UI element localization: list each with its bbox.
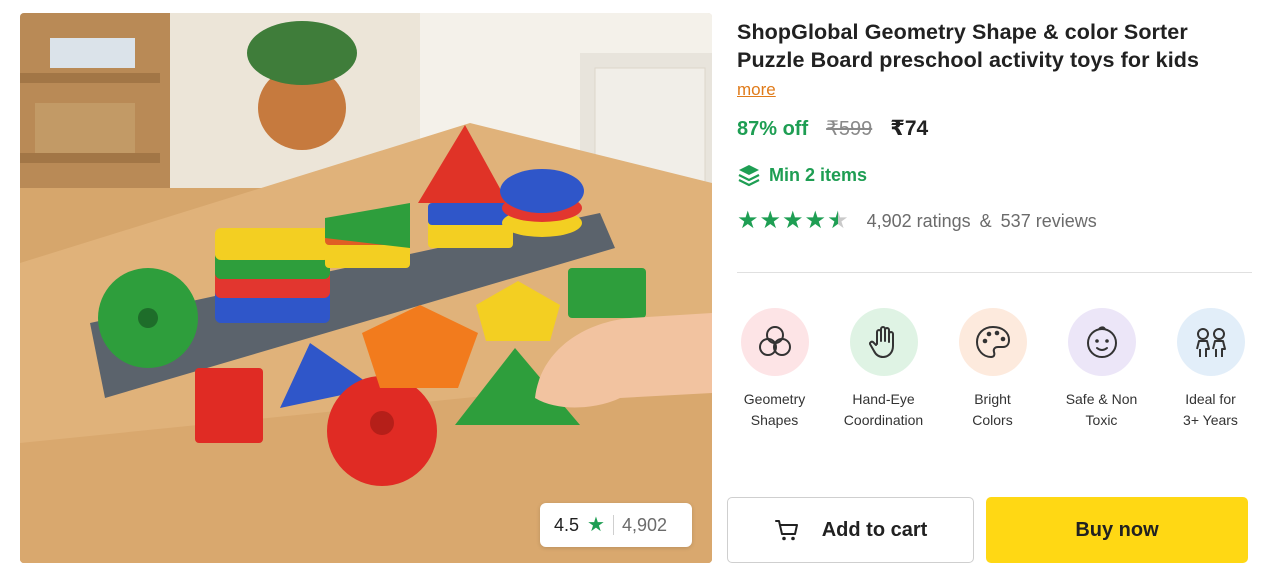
buy-now-button[interactable]: Buy now [986, 497, 1248, 563]
half-star-icon: ★ [827, 207, 849, 234]
image-rating-count: 4,902 [621, 514, 668, 535]
ratings-count: 4,902 ratings [866, 210, 971, 231]
ratings-separator: & [979, 210, 992, 231]
offer-text: Min 2 items [769, 164, 868, 185]
feature-safe-non-toxic: Safe & Non Toxic [1047, 308, 1156, 431]
badge-divider [612, 515, 614, 535]
star-icon: ★ [587, 514, 605, 536]
image-rating-badge: 4.5 ★ 4,902 [540, 503, 692, 547]
feature-label: Safe & Non Toxic [1065, 391, 1138, 428]
star-icon: ★ [782, 207, 804, 234]
reviews-count: 537 reviews [1000, 210, 1097, 231]
product-title: ShopGlobal Geometry Shape & color Sorter… [737, 20, 1200, 72]
feature-hand-eye: Hand-Eye Coordination [829, 308, 938, 431]
more-link[interactable]: more [737, 80, 776, 100]
rating-row[interactable]: ★ ★ ★ ★ ★ 4,902 ratings & 537 reviews [737, 209, 1257, 233]
feature-list: Geometry Shapes Hand-Eye Coordination Br… [720, 308, 1265, 431]
discount-label: 87% off [737, 118, 809, 140]
feature-geometry-shapes: Geometry Shapes [720, 308, 829, 431]
price-row: 87% off ₹599 ₹74 [737, 116, 1257, 141]
feature-label: Geometry Shapes [743, 391, 806, 428]
circles-icon [740, 308, 809, 376]
product-photo [20, 13, 712, 563]
section-divider [737, 272, 1252, 273]
offer-row: Min 2 items [737, 163, 1257, 187]
feature-label: Bright Colors [972, 391, 1013, 428]
kids-icon [1176, 308, 1245, 376]
layers-icon [738, 165, 760, 187]
add-to-cart-button[interactable]: Add to cart [727, 497, 974, 563]
baby-face-icon [1067, 308, 1136, 376]
cart-icon [774, 520, 798, 541]
buy-now-label: Buy now [1075, 518, 1159, 541]
feature-label: Hand-Eye Coordination [843, 391, 924, 428]
feature-age: Ideal for 3+ Years [1156, 308, 1265, 431]
star-icon: ★ [737, 207, 759, 234]
product-info: ShopGlobal Geometry Shape & color Sorter… [737, 18, 1257, 233]
original-price: ₹599 [826, 118, 873, 140]
feature-label: Ideal for 3+ Years [1183, 391, 1238, 428]
product-image[interactable]: 4.5 ★ 4,902 [20, 13, 712, 563]
hand-icon [849, 308, 918, 376]
selling-price: ₹74 [890, 117, 929, 140]
palette-icon [958, 308, 1027, 376]
feature-bright-colors: Bright Colors [938, 308, 1047, 431]
star-icon: ★ [759, 207, 782, 234]
add-to-cart-label: Add to cart [821, 518, 928, 541]
image-rating-score: 4.5 [554, 514, 580, 535]
star-rating: ★ ★ ★ ★ ★ [737, 209, 849, 233]
star-icon: ★ [804, 207, 827, 234]
